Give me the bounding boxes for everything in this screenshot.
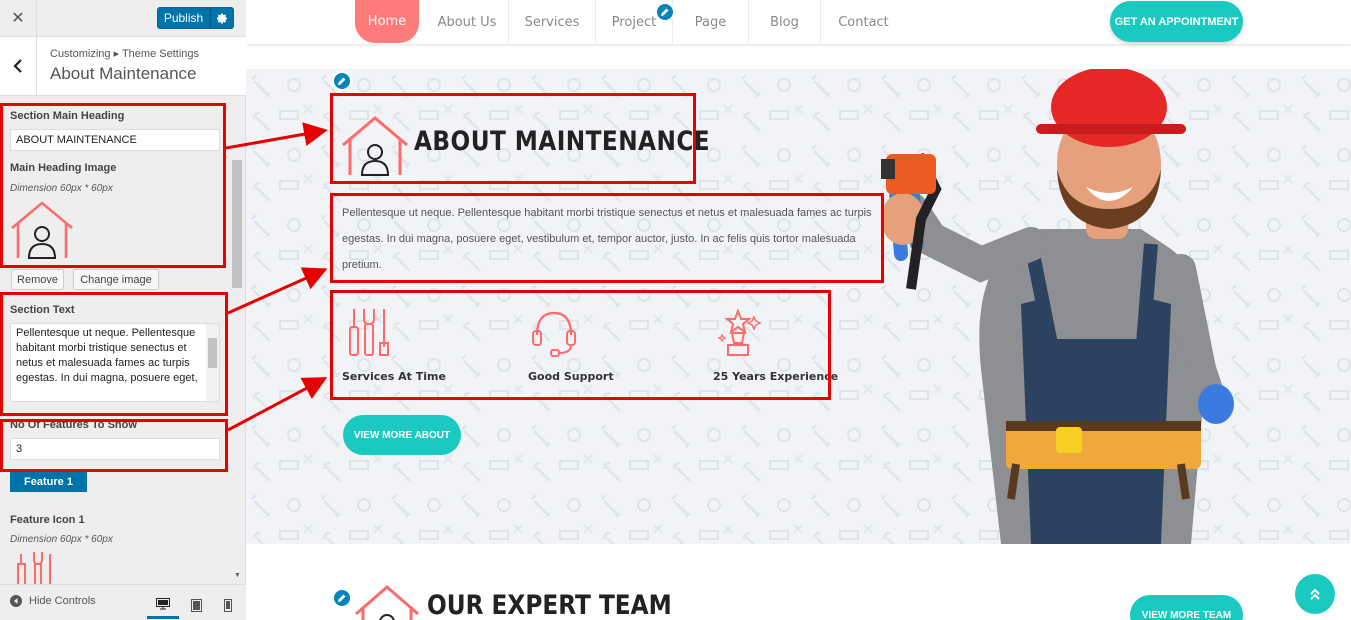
site-preview: Home About Us Services Project Page Blog… [246, 0, 1351, 620]
edit-team-shortcut[interactable] [332, 588, 352, 608]
tools-icon [17, 552, 51, 584]
feature-icon-1-dimension: Dimension 60px * 60px [10, 534, 113, 545]
section-text-label: Section Text [10, 304, 75, 316]
main-heading-image-dimension: Dimension 60px * 60px [10, 183, 113, 194]
textarea-scroll-thumb[interactable] [208, 338, 217, 368]
headset-icon [532, 311, 576, 357]
publish-settings-button[interactable] [210, 7, 234, 29]
feature-1-tab[interactable]: Feature 1 [10, 471, 87, 492]
screen: ✕ Publish Customizing ▸ Theme Settings A… [0, 0, 1351, 620]
mobile-preview-button[interactable] [212, 591, 244, 619]
about-section [246, 69, 1351, 544]
main-nav: Home About Us Services Project Page Blog… [246, 0, 1351, 44]
nav-item-page[interactable]: Page [673, 0, 749, 44]
main-heading-image-label: Main Heading Image [10, 162, 117, 174]
double-chevron-up-icon [1310, 588, 1320, 600]
about-text: Pellentesque ut neque. Pellentesque habi… [342, 207, 872, 271]
nav-item-about-us[interactable]: About Us [426, 0, 509, 44]
tools-icon [349, 309, 389, 356]
pencil-icon [661, 8, 669, 16]
collapse-left-icon [10, 595, 22, 607]
nav-item-services[interactable]: Services [509, 0, 596, 44]
mobile-icon [224, 598, 232, 612]
view-more-team-button[interactable]: VIEW MORE TEAM [1130, 595, 1243, 620]
feature-label-services-at-time: Services At Time [342, 370, 446, 383]
chevron-left-icon [13, 59, 22, 73]
breadcrumb: Customizing ▸ Theme Settings [50, 48, 199, 60]
customizer-footer: Hide Controls [0, 584, 246, 620]
pencil-icon [338, 594, 346, 602]
scroll-down-icon[interactable]: ▼ [234, 572, 241, 579]
worker-illustration [881, 69, 1234, 544]
nav-item-home[interactable]: Home [355, 0, 419, 43]
no-of-features-label: No Of Features To Show [10, 419, 137, 431]
customizer-panel: ✕ Publish Customizing ▸ Theme Settings A… [0, 0, 246, 620]
panel-scroll-thumb[interactable] [232, 160, 242, 288]
about-heading-icon [342, 116, 408, 176]
edit-about-shortcut[interactable] [332, 71, 352, 91]
get-appointment-button[interactable]: GET AN APPOINTMENT [1110, 1, 1243, 42]
feature-label-good-support: Good Support [528, 370, 614, 383]
house-user-icon [11, 201, 73, 259]
section-main-heading-input[interactable]: ABOUT MAINTENANCE [10, 129, 220, 151]
back-button[interactable] [0, 37, 37, 95]
hide-controls-button[interactable]: Hide Controls [10, 595, 96, 607]
feature-icon-1-label: Feature Icon 1 [10, 514, 85, 526]
section-main-heading-label: Section Main Heading [10, 110, 125, 122]
about-heading: ABOUT MAINTENANCE [414, 126, 711, 157]
section-header: Customizing ▸ Theme Settings About Maint… [0, 37, 246, 96]
scroll-to-top-button[interactable] [1295, 574, 1335, 614]
section-title: About Maintenance [50, 64, 197, 83]
edit-menu-shortcut[interactable] [655, 2, 675, 22]
gear-icon [216, 13, 227, 23]
publish-button[interactable]: Publish [157, 7, 210, 29]
tablet-preview-button[interactable] [180, 591, 212, 619]
nav-item-blog[interactable]: Blog [749, 0, 821, 44]
close-customizer-button[interactable]: ✕ [0, 0, 37, 36]
team-heading: OUR EXPERT TEAM [427, 590, 672, 620]
customizer-topbar: ✕ Publish [0, 0, 246, 37]
tablet-icon [190, 598, 202, 612]
section-text-textarea[interactable]: Pellentesque ut neque. Pellentesque habi… [10, 323, 220, 402]
pencil-icon [338, 77, 346, 85]
view-more-about-button[interactable]: VIEW MORE ABOUT [343, 415, 461, 455]
nav-item-contact[interactable]: Contact [821, 0, 906, 44]
close-icon: ✕ [11, 10, 25, 27]
no-of-features-input[interactable]: 3 [10, 438, 220, 460]
desktop-preview-button[interactable] [147, 591, 179, 619]
change-image-button[interactable]: Change image [73, 269, 159, 290]
hide-controls-label: Hide Controls [29, 595, 96, 607]
feature-label-25-years-experience: 25 Years Experience [713, 370, 839, 383]
desktop-icon [156, 597, 170, 609]
trophy-icon [717, 308, 762, 356]
team-heading-icon [355, 585, 419, 620]
remove-image-button[interactable]: Remove [11, 269, 64, 290]
